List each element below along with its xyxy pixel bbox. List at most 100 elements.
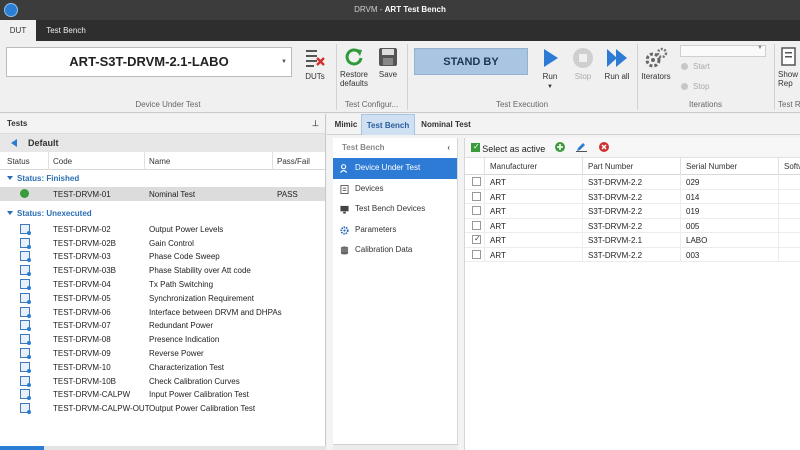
cell-divider: [582, 204, 583, 219]
show-report-button[interactable]: Show Rep: [778, 47, 800, 88]
table-row[interactable]: ART S3T-DRVM-2.2 003: [465, 247, 800, 262]
col-serial-number[interactable]: Serial Number: [686, 162, 737, 171]
tests-root-row[interactable]: Default: [0, 134, 325, 152]
column-divider[interactable]: [272, 152, 273, 170]
row-checkbox[interactable]: [472, 249, 481, 261]
test-name: Synchronization Requirement: [149, 293, 254, 303]
table-row[interactable]: ART S3T-DRVM-2.1 LABO: [465, 233, 800, 248]
test-name: Characterization Test: [149, 362, 224, 372]
table-row[interactable]: TEST-DRVM-10B Check Calibration Curves: [0, 374, 325, 388]
row-checkbox[interactable]: [472, 220, 481, 232]
table-row[interactable]: TEST-DRVM-04 Tx Path Switching: [0, 277, 325, 291]
tests-column-header: Status Code Name Pass/Fail: [0, 152, 325, 170]
test-name: Phase Code Sweep: [149, 252, 220, 262]
col-name[interactable]: Name: [149, 157, 170, 166]
nav-item-parameters[interactable]: Parameters: [333, 220, 457, 241]
column-divider[interactable]: [484, 158, 485, 175]
select-as-active-label: Select as active: [482, 144, 546, 154]
row-checkbox[interactable]: [472, 206, 481, 217]
dut-select[interactable]: ART-S3T-DRVM-2.1-LABO ▼: [6, 47, 292, 77]
column-divider[interactable]: [582, 158, 583, 175]
cell-divider: [778, 218, 779, 233]
nav-item-device-under-test[interactable]: Device Under Test: [333, 158, 457, 179]
restore-label: Restore: [339, 70, 368, 79]
column-divider[interactable]: [680, 158, 681, 175]
horizontal-scrollbar[interactable]: [0, 446, 326, 450]
iterators-label: Iterators: [641, 72, 671, 81]
table-row[interactable]: ART S3T-DRVM-2.2 019: [465, 204, 800, 219]
col-code[interactable]: Code: [53, 157, 72, 166]
stop-button[interactable]: Stop: [570, 47, 596, 81]
pin-icon[interactable]: ⊥: [312, 114, 319, 134]
table-row[interactable]: TEST-DRVM-03 Phase Code Sweep: [0, 249, 325, 263]
nav-item-test-bench-devices[interactable]: Test Bench Devices: [333, 199, 457, 220]
chevron-left-icon[interactable]: ‹: [447, 138, 450, 158]
run-all-button[interactable]: Run all: [602, 47, 632, 81]
group-row-finished[interactable]: Status: Finished: [0, 170, 325, 187]
nav-item-devices[interactable]: Devices: [333, 179, 457, 200]
checkbox-checked-icon: [472, 234, 481, 244]
add-button[interactable]: [555, 142, 565, 154]
collapse-triangle-icon[interactable]: [7, 176, 13, 180]
duts-button[interactable]: DUTs: [300, 47, 330, 81]
tab-nominal-test[interactable]: Nominal Test: [417, 114, 475, 135]
delete-button[interactable]: [599, 142, 609, 154]
table-row[interactable]: ART S3T-DRVM-2.2 005: [465, 218, 800, 233]
row-checkbox[interactable]: [472, 191, 481, 203]
run-button[interactable]: Run ▼: [538, 47, 562, 92]
nav-item-calibration-data[interactable]: Calibration Data: [333, 240, 457, 261]
table-row[interactable]: TEST-DRVM-CALPW-OUT Output Power Calibrat…: [0, 401, 325, 415]
table-row[interactable]: TEST-DRVM-01 Nominal Test PASS: [0, 187, 325, 201]
test-name: Check Calibration Curves: [149, 376, 240, 386]
scrollbar-thumb[interactable]: [0, 446, 44, 450]
tab-mimic[interactable]: Mimic: [331, 114, 361, 135]
save-button[interactable]: Save: [375, 47, 401, 79]
table-row[interactable]: TEST-DRVM-07 Redundant Power: [0, 318, 325, 332]
iteration-stop-button[interactable]: Stop: [681, 82, 709, 91]
table-row[interactable]: TEST-DRVM-02 Output Power Levels: [0, 222, 325, 236]
unexecuted-test-icon: [20, 306, 31, 318]
group-label-device-under-test: Device Under Test: [135, 100, 201, 109]
table-row[interactable]: TEST-DRVM-09 Reverse Power: [0, 346, 325, 360]
iteration-start-button[interactable]: Start: [681, 62, 710, 71]
col-software[interactable]: Softw: [784, 162, 800, 171]
column-divider[interactable]: [144, 152, 145, 170]
iterators-button[interactable]: Iterators: [640, 47, 672, 81]
table-row[interactable]: TEST-DRVM-08 Presence Indication: [0, 332, 325, 346]
test-result: PASS: [277, 190, 298, 199]
collapse-triangle-icon[interactable]: [7, 210, 13, 215]
row-checkbox[interactable]: [472, 234, 481, 246]
test-code: TEST-DRVM-03B: [53, 266, 116, 276]
restore-label-2: defaults: [339, 79, 369, 88]
tab-dut[interactable]: DUT: [0, 20, 36, 41]
table-row[interactable]: TEST-DRVM-06 Interface between DRVM and D…: [0, 305, 325, 319]
col-pass-fail[interactable]: Pass/Fail: [277, 157, 310, 166]
table-row[interactable]: TEST-DRVM-05 Synchronization Requirement: [0, 291, 325, 305]
column-divider[interactable]: [778, 158, 779, 175]
back-arrow-icon[interactable]: [11, 139, 17, 147]
table-row[interactable]: ART S3T-DRVM-2.2 029: [465, 175, 800, 190]
restore-defaults-button[interactable]: Restore defaults: [338, 47, 370, 88]
edit-button[interactable]: [576, 142, 587, 154]
ribbon-separator: [774, 44, 775, 110]
window-title-text: ART Test Bench: [384, 5, 446, 14]
grid-toolbar: Select as active: [465, 138, 800, 158]
table-row[interactable]: TEST-DRVM-03B Phase Stability over Att co…: [0, 263, 325, 277]
col-manufacturer[interactable]: Manufacturer: [490, 162, 537, 171]
iterator-select[interactable]: ▼: [680, 45, 766, 57]
col-status[interactable]: Status: [7, 157, 30, 166]
col-part-number[interactable]: Part Number: [588, 162, 633, 171]
group-row-unexecuted[interactable]: Status: Unexecuted: [0, 205, 325, 222]
table-row[interactable]: TEST-DRVM-10 Characterization Test: [0, 360, 325, 374]
column-divider[interactable]: [48, 152, 49, 170]
tab-test-bench-detail[interactable]: Test Bench: [361, 114, 415, 135]
row-checkbox[interactable]: [472, 177, 481, 188]
table-row[interactable]: ART S3T-DRVM-2.2 014: [465, 189, 800, 204]
table-row[interactable]: TEST-DRVM-02B Gain Control: [0, 236, 325, 250]
tab-test-bench[interactable]: Test Bench: [38, 20, 94, 41]
plus-circle-icon: [555, 142, 565, 152]
nav-item-label: Parameters: [355, 224, 397, 234]
table-row[interactable]: TEST-DRVM-CALPW Input Power Calibration T…: [0, 387, 325, 401]
select-as-active-button[interactable]: Select as active: [471, 142, 546, 154]
cell-divider: [778, 233, 779, 248]
